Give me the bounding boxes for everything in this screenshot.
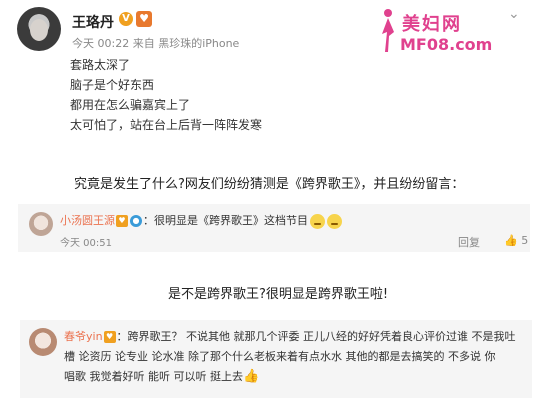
comment-card: 小汤圆王源 ♥ ● ：很明显是《跨界歌王》这档节目 今天 00:51 回复 👍 5 (18, 204, 530, 252)
article-caption: 是不是跨界歌王?很明显是跨界歌王啦! (168, 287, 389, 302)
comment-line: 唱歌 我觉着好听 能听 可以听 挺上去👍 (64, 367, 504, 387)
username[interactable]: 王珞丹 (72, 12, 114, 32)
post-line: 脑子是个好东西 (70, 78, 155, 92)
watermark-title: 美妇网 (402, 14, 462, 35)
comment-text: 跨界歌王？ 不说其他 就那几个评委 正儿八经的好好凭着良心评价过谁 不是我吐 (127, 330, 516, 343)
comment-line: 小汤圆王源 ♥ ● ：很明显是《跨界歌王》这档节目 (60, 212, 342, 229)
post-meta: 今天 00:22 来自 黑珍珠的iPhone (72, 37, 240, 50)
commenter-name[interactable]: 小汤圆王源 (60, 214, 115, 227)
verified-badge-icon: V (119, 12, 133, 26)
like-count: 5 (521, 234, 529, 247)
post-body: 套路太深了 脑子是个好东西 都用在怎么骗嘉宾上了 太可怕了，站在台上后背一阵阵发… (70, 55, 262, 135)
smile-emoji-icon (310, 213, 325, 229)
member-badge-icon: ♥ (116, 215, 128, 227)
comment-separator: ： (143, 214, 154, 227)
comment-separator: ： (116, 330, 128, 343)
post-line: 都用在怎么骗嘉宾上了 (70, 98, 191, 112)
like-button[interactable]: 👍 5 (504, 234, 528, 247)
thumbs-up-icon: 👍 (243, 369, 260, 384)
chevron-down-icon[interactable]: ⌄ (508, 6, 520, 22)
thumbs-up-icon: 👍 (504, 234, 518, 247)
comment-text-block: 春爷yin ♥ ：跨界歌王？ 不说其他 就那几个评委 正儿八经的好好凭着良心评价过谁… (64, 327, 516, 387)
commenter-name[interactable]: 春爷yin (64, 330, 103, 343)
member-heart-icon: ♥ (136, 11, 152, 27)
weibo-post: 王珞丹 V ♥ 今天 00:22 来自 黑珍珠的iPhone ⌄ 套路太深了 脑… (0, 0, 542, 160)
avatar[interactable] (29, 328, 57, 356)
avatar[interactable] (29, 212, 53, 236)
watermark-logo: 美妇网 MF08.com (378, 8, 498, 58)
woman-figure-icon (382, 9, 394, 52)
fan-badge-icon: ● (130, 215, 142, 227)
avatar-face (30, 19, 48, 41)
reply-button[interactable]: 回复 (458, 234, 480, 250)
comment-line: 槽 论资历 论专业 论水准 除了那个什么老板来着有点水水 其他的都是去搞笑的 不… (64, 350, 496, 363)
comment-text: 唱歌 我觉着好听 能听 可以听 挺上去 (64, 370, 243, 383)
comment-time: 今天 00:51 (60, 238, 112, 249)
article-caption: 究竟是发生了什么?网友们纷纷猜测是《跨界歌王》，并且纷纷留言： (74, 177, 465, 192)
member-badge-icon: ♥ (103, 331, 116, 343)
post-line: 套路太深了 (70, 58, 131, 72)
comment-card: 春爷yin ♥ ：跨界歌王？ 不说其他 就那几个评委 正儿八经的好好凭着良心评价过谁… (20, 320, 532, 398)
comment-line: 春爷yin ♥ ：跨界歌王？ 不说其他 就那几个评委 正儿八经的好好凭着良心评价过谁… (64, 327, 516, 347)
watermark-url: MF08.com (400, 35, 493, 54)
smile-emoji-icon (327, 213, 342, 229)
post-line: 太可怕了，站在台上后背一阵阵发寒 (70, 118, 263, 132)
avatar[interactable] (17, 7, 61, 51)
comment-text: 很明显是《跨界歌王》这档节目 (154, 214, 308, 227)
